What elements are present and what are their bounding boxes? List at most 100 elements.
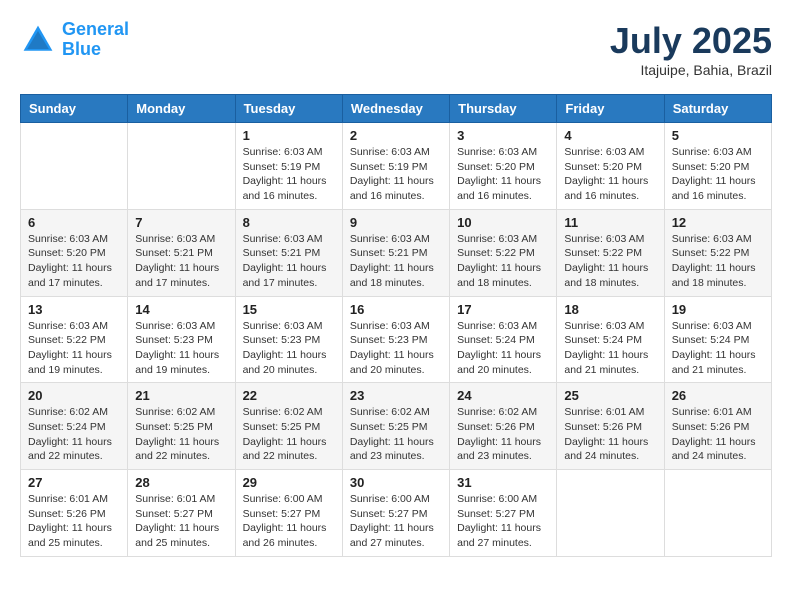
day-number: 23	[350, 388, 442, 403]
day-number: 17	[457, 302, 549, 317]
calendar-cell: 28 Sunrise: 6:01 AM Sunset: 5:27 PM Dayli…	[128, 470, 235, 557]
day-number: 27	[28, 475, 120, 490]
page-header: General Blue July 2025 Itajuipe, Bahia, …	[20, 20, 772, 78]
location: Itajuipe, Bahia, Brazil	[610, 62, 772, 78]
day-info: Sunrise: 6:03 AM Sunset: 5:20 PM Dayligh…	[564, 145, 656, 204]
calendar-cell: 24 Sunrise: 6:02 AM Sunset: 5:26 PM Dayli…	[450, 383, 557, 470]
title-block: July 2025 Itajuipe, Bahia, Brazil	[610, 20, 772, 78]
day-info: Sunrise: 6:02 AM Sunset: 5:25 PM Dayligh…	[350, 405, 442, 464]
day-number: 6	[28, 215, 120, 230]
day-number: 26	[672, 388, 764, 403]
day-info: Sunrise: 6:03 AM Sunset: 5:23 PM Dayligh…	[350, 319, 442, 378]
day-info: Sunrise: 6:03 AM Sunset: 5:22 PM Dayligh…	[28, 319, 120, 378]
day-number: 5	[672, 128, 764, 143]
day-info: Sunrise: 6:00 AM Sunset: 5:27 PM Dayligh…	[350, 492, 442, 551]
calendar-cell: 1 Sunrise: 6:03 AM Sunset: 5:19 PM Daylig…	[235, 123, 342, 210]
day-number: 18	[564, 302, 656, 317]
calendar-cell: 9Sunrise: 6:03 AM Sunset: 5:21 PM Daylig…	[342, 209, 449, 296]
day-info: Sunrise: 6:02 AM Sunset: 5:25 PM Dayligh…	[135, 405, 227, 464]
calendar-cell: 13 Sunrise: 6:03 AM Sunset: 5:22 PM Dayli…	[21, 296, 128, 383]
calendar-cell: 12 Sunrise: 6:03 AM Sunset: 5:22 PM Dayli…	[664, 209, 771, 296]
day-info: Sunrise: 6:01 AM Sunset: 5:27 PM Dayligh…	[135, 492, 227, 551]
day-info: Sunrise: 6:03 AM Sunset: 5:22 PM Dayligh…	[564, 232, 656, 291]
day-info: Sunrise: 6:03 AM Sunset: 5:23 PM Dayligh…	[243, 319, 335, 378]
day-info: Sunrise: 6:02 AM Sunset: 5:25 PM Dayligh…	[243, 405, 335, 464]
calendar-cell: 30 Sunrise: 6:00 AM Sunset: 5:27 PM Dayli…	[342, 470, 449, 557]
day-number: 29	[243, 475, 335, 490]
calendar-cell: 17 Sunrise: 6:03 AM Sunset: 5:24 PM Dayli…	[450, 296, 557, 383]
day-info: Sunrise: 6:03 AM Sunset: 5:23 PM Dayligh…	[135, 319, 227, 378]
calendar-cell: 31Sunrise: 6:00 AM Sunset: 5:27 PM Dayli…	[450, 470, 557, 557]
logo-text: General Blue	[62, 20, 129, 60]
calendar-cell: 18Sunrise: 6:03 AM Sunset: 5:24 PM Dayli…	[557, 296, 664, 383]
day-number: 21	[135, 388, 227, 403]
day-info: Sunrise: 6:01 AM Sunset: 5:26 PM Dayligh…	[28, 492, 120, 551]
day-number: 8	[243, 215, 335, 230]
day-number: 25	[564, 388, 656, 403]
day-info: Sunrise: 6:03 AM Sunset: 5:24 PM Dayligh…	[457, 319, 549, 378]
day-info: Sunrise: 6:03 AM Sunset: 5:21 PM Dayligh…	[243, 232, 335, 291]
calendar-cell: 15 Sunrise: 6:03 AM Sunset: 5:23 PM Dayli…	[235, 296, 342, 383]
weekday-header-row: SundayMondayTuesdayWednesdayThursdayFrid…	[21, 95, 772, 123]
calendar-cell: 14 Sunrise: 6:03 AM Sunset: 5:23 PM Dayli…	[128, 296, 235, 383]
calendar-cell: 3 Sunrise: 6:03 AM Sunset: 5:20 PM Daylig…	[450, 123, 557, 210]
weekday-header-tuesday: Tuesday	[235, 95, 342, 123]
day-number: 13	[28, 302, 120, 317]
week-row-1: 1 Sunrise: 6:03 AM Sunset: 5:19 PM Daylig…	[21, 123, 772, 210]
day-number: 3	[457, 128, 549, 143]
day-info: Sunrise: 6:00 AM Sunset: 5:27 PM Dayligh…	[243, 492, 335, 551]
weekday-header-thursday: Thursday	[450, 95, 557, 123]
day-number: 12	[672, 215, 764, 230]
weekday-header-wednesday: Wednesday	[342, 95, 449, 123]
day-info: Sunrise: 6:03 AM Sunset: 5:22 PM Dayligh…	[672, 232, 764, 291]
calendar-cell	[128, 123, 235, 210]
day-info: Sunrise: 6:03 AM Sunset: 5:20 PM Dayligh…	[672, 145, 764, 204]
day-info: Sunrise: 6:01 AM Sunset: 5:26 PM Dayligh…	[564, 405, 656, 464]
day-info: Sunrise: 6:00 AM Sunset: 5:27 PM Dayligh…	[457, 492, 549, 551]
calendar-cell: 16 Sunrise: 6:03 AM Sunset: 5:23 PM Dayli…	[342, 296, 449, 383]
day-number: 9	[350, 215, 442, 230]
day-number: 2	[350, 128, 442, 143]
calendar-cell: 20 Sunrise: 6:02 AM Sunset: 5:24 PM Dayli…	[21, 383, 128, 470]
day-info: Sunrise: 6:02 AM Sunset: 5:26 PM Dayligh…	[457, 405, 549, 464]
day-number: 16	[350, 302, 442, 317]
calendar-cell: 29 Sunrise: 6:00 AM Sunset: 5:27 PM Dayli…	[235, 470, 342, 557]
day-info: Sunrise: 6:01 AM Sunset: 5:26 PM Dayligh…	[672, 405, 764, 464]
day-number: 20	[28, 388, 120, 403]
calendar-cell	[557, 470, 664, 557]
calendar-cell: 10Sunrise: 6:03 AM Sunset: 5:22 PM Dayli…	[450, 209, 557, 296]
day-info: Sunrise: 6:03 AM Sunset: 5:21 PM Dayligh…	[135, 232, 227, 291]
calendar-cell: 19Sunrise: 6:03 AM Sunset: 5:24 PM Dayli…	[664, 296, 771, 383]
calendar-cell: 23 Sunrise: 6:02 AM Sunset: 5:25 PM Dayli…	[342, 383, 449, 470]
day-info: Sunrise: 6:03 AM Sunset: 5:19 PM Dayligh…	[243, 145, 335, 204]
calendar-cell: 22 Sunrise: 6:02 AM Sunset: 5:25 PM Dayli…	[235, 383, 342, 470]
logo: General Blue	[20, 20, 129, 60]
day-number: 7	[135, 215, 227, 230]
day-info: Sunrise: 6:03 AM Sunset: 5:24 PM Dayligh…	[672, 319, 764, 378]
day-number: 28	[135, 475, 227, 490]
month-title: July 2025	[610, 20, 772, 62]
calendar-cell: 27 Sunrise: 6:01 AM Sunset: 5:26 PM Dayli…	[21, 470, 128, 557]
calendar-cell: 25 Sunrise: 6:01 AM Sunset: 5:26 PM Dayli…	[557, 383, 664, 470]
weekday-header-sunday: Sunday	[21, 95, 128, 123]
day-number: 24	[457, 388, 549, 403]
day-info: Sunrise: 6:02 AM Sunset: 5:24 PM Dayligh…	[28, 405, 120, 464]
week-row-4: 20 Sunrise: 6:02 AM Sunset: 5:24 PM Dayli…	[21, 383, 772, 470]
day-number: 15	[243, 302, 335, 317]
logo-blue: Blue	[62, 39, 101, 59]
calendar-cell	[21, 123, 128, 210]
calendar-cell	[664, 470, 771, 557]
day-number: 30	[350, 475, 442, 490]
day-number: 22	[243, 388, 335, 403]
day-number: 14	[135, 302, 227, 317]
calendar-cell: 4 Sunrise: 6:03 AM Sunset: 5:20 PM Daylig…	[557, 123, 664, 210]
day-info: Sunrise: 6:03 AM Sunset: 5:20 PM Dayligh…	[457, 145, 549, 204]
week-row-5: 27 Sunrise: 6:01 AM Sunset: 5:26 PM Dayli…	[21, 470, 772, 557]
day-info: Sunrise: 6:03 AM Sunset: 5:20 PM Dayligh…	[28, 232, 120, 291]
day-number: 1	[243, 128, 335, 143]
day-info: Sunrise: 6:03 AM Sunset: 5:22 PM Dayligh…	[457, 232, 549, 291]
day-number: 4	[564, 128, 656, 143]
calendar-cell: 11Sunrise: 6:03 AM Sunset: 5:22 PM Dayli…	[557, 209, 664, 296]
calendar-cell: 26 Sunrise: 6:01 AM Sunset: 5:26 PM Dayli…	[664, 383, 771, 470]
calendar-cell: 21 Sunrise: 6:02 AM Sunset: 5:25 PM Dayli…	[128, 383, 235, 470]
